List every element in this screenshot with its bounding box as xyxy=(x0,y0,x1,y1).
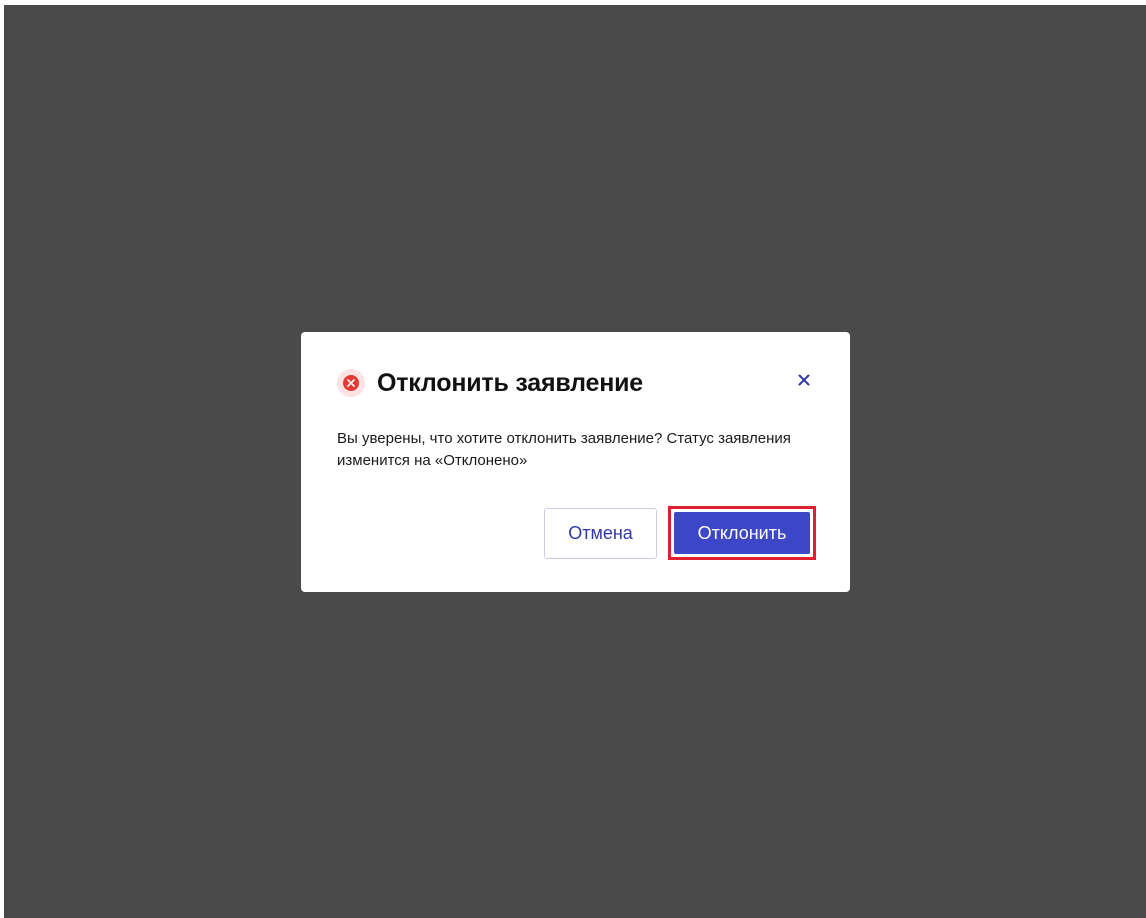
dialog-actions: Отмена Отклонить xyxy=(544,506,816,560)
reject-button[interactable]: Отклонить xyxy=(668,506,816,560)
dialog-title: Отклонить заявление xyxy=(377,368,644,397)
error-circle-icon xyxy=(337,369,365,397)
close-button[interactable] xyxy=(794,370,814,390)
close-icon xyxy=(798,374,810,386)
reject-button-label: Отклонить xyxy=(674,512,810,554)
dialog-message: Вы уверены, что хотите отклонить заявлен… xyxy=(337,430,791,469)
cancel-button[interactable]: Отмена xyxy=(544,507,657,559)
dialog-header: Отклонить заявление xyxy=(337,368,643,398)
reject-dialog: Отклонить заявление Вы уверены, что хоти… xyxy=(301,332,850,592)
